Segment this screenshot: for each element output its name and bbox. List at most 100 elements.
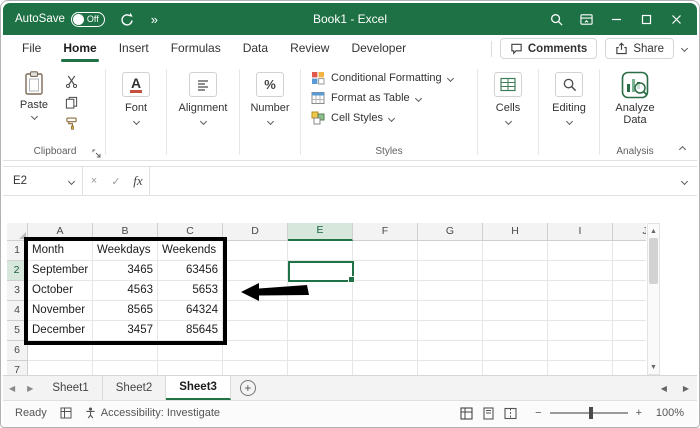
cell-b2[interactable]: 3465 [93, 261, 158, 281]
search-button[interactable] [541, 6, 571, 32]
dialog-launcher-icon[interactable] [92, 149, 101, 158]
col-header-d[interactable]: D [223, 223, 288, 241]
cell-h6[interactable] [483, 341, 548, 361]
expand-formula-bar-button[interactable] [671, 167, 697, 195]
cell-f7[interactable] [353, 361, 418, 375]
zoom-in-button[interactable]: + [636, 407, 642, 419]
cell-j5[interactable] [613, 321, 646, 341]
cell-d6[interactable] [223, 341, 288, 361]
col-header-j[interactable]: J [613, 223, 646, 241]
chevron-down-icon[interactable] [67, 177, 75, 185]
ribbon-display-button[interactable] [571, 6, 601, 32]
chevron-down-icon[interactable] [680, 44, 689, 53]
tab-review[interactable]: Review [279, 35, 340, 62]
cell-f6[interactable] [353, 341, 418, 361]
cell-c7[interactable] [158, 361, 223, 375]
cell-g2[interactable] [418, 261, 483, 281]
new-sheet-button[interactable]: + [239, 380, 256, 396]
cell-e4[interactable] [288, 301, 353, 321]
normal-view-button[interactable] [460, 406, 473, 420]
hscroll-left-icon[interactable]: ◀ [653, 384, 675, 393]
row-header-4[interactable]: 4 [7, 301, 28, 321]
cell-g3[interactable] [418, 281, 483, 301]
cell-d7[interactable] [223, 361, 288, 375]
cell-d2[interactable] [223, 261, 288, 281]
sheet-nav-right-icon[interactable]: ▶ [21, 384, 39, 393]
analyze-data-label[interactable]: Analyze Data [611, 102, 659, 126]
zoom-out-button[interactable]: − [535, 407, 541, 419]
collapse-ribbon-icon[interactable] [678, 145, 687, 154]
cell-h1[interactable] [483, 241, 548, 261]
cell-i1[interactable] [548, 241, 613, 261]
autosave-switch[interactable]: Off [70, 11, 105, 27]
cell-i4[interactable] [548, 301, 613, 321]
col-header-b[interactable]: B [93, 223, 158, 241]
cell-i2[interactable] [548, 261, 613, 281]
cell-d1[interactable] [223, 241, 288, 261]
cell-b1[interactable]: Weekdays [93, 241, 158, 261]
scroll-up-icon[interactable]: ▲ [648, 224, 659, 238]
autosave-toggle[interactable]: AutoSave Off [15, 11, 105, 27]
sheet-nav-left-icon[interactable]: ◀ [3, 384, 21, 393]
tab-data[interactable]: Data [232, 35, 279, 62]
format-painter-button[interactable] [63, 116, 79, 130]
analyze-data-icon[interactable] [621, 71, 649, 99]
more-commands-button[interactable]: » [141, 6, 167, 32]
zoom-level[interactable]: 100% [650, 407, 684, 419]
minimize-button[interactable] [601, 6, 631, 32]
close-button[interactable] [661, 6, 691, 32]
cell-c6[interactable] [158, 341, 223, 361]
conditional-formatting-button[interactable]: Conditional Formatting [311, 71, 475, 85]
tab-formulas[interactable]: Formulas [160, 35, 232, 62]
accessibility-status[interactable]: Accessibility: Investigate [85, 407, 220, 419]
row-header-6[interactable]: 6 [7, 341, 28, 361]
cell-i5[interactable] [548, 321, 613, 341]
cell-j4[interactable] [613, 301, 646, 321]
cell-c3[interactable]: 5653 [158, 281, 223, 301]
cell-b7[interactable] [93, 361, 158, 375]
cell-a3[interactable]: October [28, 281, 93, 301]
share-button[interactable]: Share [605, 38, 674, 59]
macro-record-button[interactable] [60, 407, 72, 419]
cell-j3[interactable] [613, 281, 646, 301]
hscroll-right-icon[interactable]: ▶ [675, 384, 697, 393]
cell-i7[interactable] [548, 361, 613, 375]
cell-h2[interactable] [483, 261, 548, 281]
font-group-button[interactable]: A Font [108, 64, 164, 160]
col-header-i[interactable]: I [548, 223, 613, 241]
cell-j6[interactable] [613, 341, 646, 361]
copy-button[interactable] [63, 95, 79, 109]
cell-i3[interactable] [548, 281, 613, 301]
sheet-tab-sheet3[interactable]: Sheet3 [166, 376, 231, 400]
cell-b3[interactable]: 4563 [93, 281, 158, 301]
col-header-g[interactable]: G [418, 223, 483, 241]
row-header-3[interactable]: 3 [7, 281, 28, 301]
zoom-slider-thumb[interactable] [588, 407, 593, 419]
col-header-a[interactable]: A [28, 223, 93, 241]
vertical-scroll-thumb[interactable] [649, 238, 658, 284]
cells-group-button[interactable]: Cells [480, 64, 536, 160]
cell-h3[interactable] [483, 281, 548, 301]
tab-insert[interactable]: Insert [108, 35, 160, 62]
tab-developer[interactable]: Developer [340, 35, 417, 62]
paste-button[interactable]: Paste [13, 71, 55, 121]
undo-button[interactable] [115, 6, 141, 32]
cell-g4[interactable] [418, 301, 483, 321]
zoom-slider[interactable] [549, 407, 628, 419]
cell-h5[interactable] [483, 321, 548, 341]
col-header-h[interactable]: H [483, 223, 548, 241]
cell-a2[interactable]: September [28, 261, 93, 281]
cell-b6[interactable] [93, 341, 158, 361]
select-all-corner[interactable] [7, 223, 28, 241]
row-header-2[interactable]: 2 [7, 261, 28, 281]
cell-e5[interactable] [288, 321, 353, 341]
cell-f5[interactable] [353, 321, 418, 341]
cell-j1[interactable] [613, 241, 646, 261]
cell-f4[interactable] [353, 301, 418, 321]
cell-f2[interactable] [353, 261, 418, 281]
row-header-7[interactable]: 7 [7, 361, 28, 375]
comments-button[interactable]: Comments [499, 38, 598, 59]
cell-a1[interactable]: Month [28, 241, 93, 261]
cell-c4[interactable]: 64324 [158, 301, 223, 321]
tab-home[interactable]: Home [52, 35, 107, 62]
